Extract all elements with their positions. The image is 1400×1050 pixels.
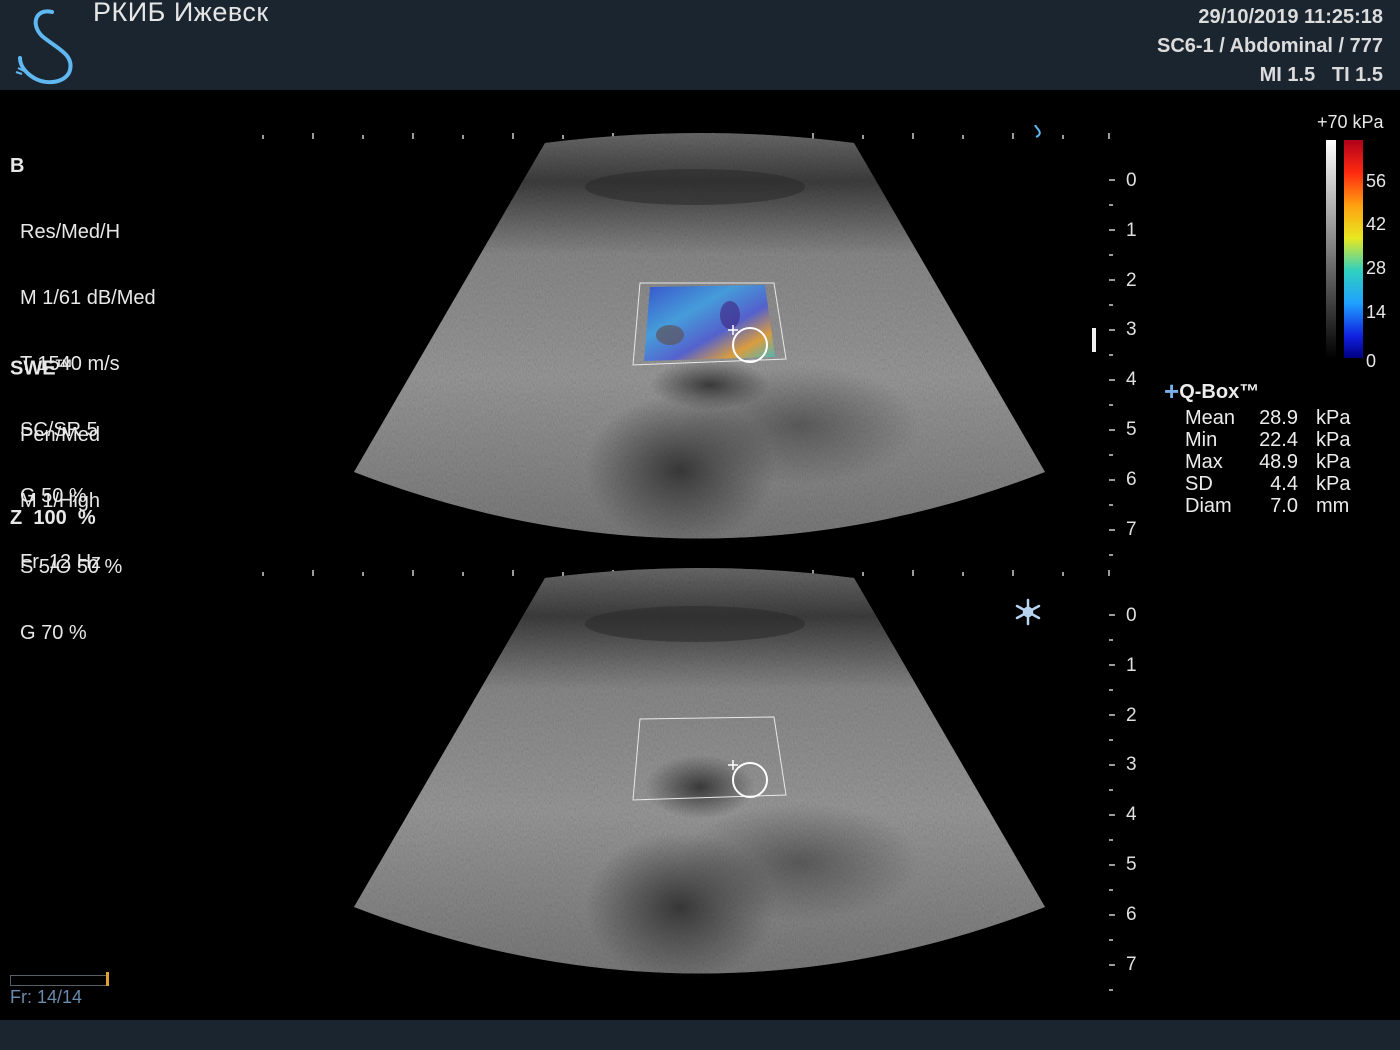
qbox-key: Mean	[1185, 407, 1236, 429]
qbox-value: 48.9	[1259, 451, 1298, 473]
swe-param: Pen/Med	[20, 423, 101, 446]
qbox-row-diam: Diam 7.0 mm	[1164, 495, 1384, 517]
b-param: Res/Med/H	[20, 221, 121, 243]
focus-marker[interactable]	[1092, 328, 1096, 352]
zoom-label: Z 100 %	[10, 507, 96, 529]
snowflake-icon	[1015, 598, 1041, 626]
depth-label: 7	[1126, 519, 1137, 540]
depth-label: 4	[1126, 369, 1137, 390]
qbox-unit: kPa	[1316, 473, 1351, 495]
depth-label: 3	[1126, 754, 1137, 775]
plus-icon: +	[1164, 376, 1180, 406]
qbox-unit: kPa	[1316, 407, 1351, 429]
cine-frame-marker[interactable]	[106, 972, 109, 986]
cine-frame-bar[interactable]	[10, 975, 108, 986]
b-param: M 1/61 dB/Med	[20, 287, 156, 309]
qbox-row-min: Min 22.4 kPa	[1164, 429, 1384, 451]
depth-label: 6	[1126, 904, 1137, 925]
qbox-key: Max	[1185, 451, 1223, 473]
qbox-row-sd: SD 4.4 kPa	[1164, 473, 1384, 495]
mi-ti-indices: MI 1.5 TI 1.5	[1259, 64, 1383, 86]
qbox-value: 28.9	[1259, 407, 1298, 429]
qbox-row-max: Max 48.9 kPa	[1164, 451, 1384, 473]
exam-datetime: 29/10/2019 11:25:18	[1198, 6, 1383, 28]
b-mode-title: B	[10, 155, 25, 177]
swe-param: S 5/O 50 %	[20, 555, 123, 578]
qbox-key: Min	[1185, 429, 1218, 451]
depth-label: 4	[1126, 804, 1137, 825]
supersonic-logo-icon	[15, 9, 73, 85]
depth-label: 2	[1126, 705, 1137, 726]
qbox-title: Q-Box™	[1179, 381, 1260, 403]
qbox-unit: kPa	[1316, 451, 1351, 473]
qbox-value: 4.4	[1270, 473, 1298, 495]
depth-label: 3	[1126, 319, 1137, 340]
swe-title: SWETM	[10, 357, 72, 380]
colorbar-tick: 14	[1366, 302, 1387, 322]
swe-param: G 70 %	[20, 621, 87, 644]
institution-name: РКИБ Ижевск	[93, 0, 269, 27]
depth-label: 2	[1126, 270, 1137, 291]
depth-label: 0	[1126, 170, 1137, 191]
colorbar-max-label: +70 kPa	[1317, 112, 1384, 132]
swe-box[interactable]	[632, 282, 787, 366]
depth-label: 1	[1126, 655, 1137, 676]
depth-label: 5	[1126, 854, 1137, 875]
depth-label: 5	[1126, 419, 1137, 440]
qbox-row-mean: Mean 28.9 kPa	[1164, 407, 1384, 429]
depth-label: 1	[1126, 220, 1137, 241]
qbox-key: SD	[1185, 473, 1213, 495]
footer-bar	[0, 1020, 1400, 1050]
probe-preset: SC6-1 / Abdominal / 777	[1157, 35, 1383, 57]
elasticity-colorbar	[1326, 140, 1363, 358]
bmode-scan-image[interactable]	[240, 562, 1120, 1007]
colorbar-tick: 0	[1366, 351, 1377, 371]
header-bar: РКИБ Ижевск 29/10/2019 11:25:18 SC6-1 / …	[0, 0, 1400, 90]
swe-scan-image[interactable]	[240, 125, 1120, 570]
sonic-logo-small-icon	[1034, 125, 1041, 138]
depth-label: 7	[1126, 954, 1137, 975]
colorbar-tick: 28	[1366, 258, 1387, 278]
qbox-key: Diam	[1185, 495, 1232, 517]
zoom-readout: Z 100 %	[10, 463, 96, 551]
depth-ticks-upper	[1109, 179, 1115, 556]
qbox-panel: +Q-Box™ Mean 28.9 kPa Min 22.4 kPa Max 4…	[1164, 376, 1384, 517]
qbox-unit: mm	[1316, 495, 1350, 517]
depth-label: 0	[1126, 605, 1137, 626]
qbox-value: 7.0	[1270, 495, 1298, 517]
colorbar-tick: 56	[1366, 171, 1387, 191]
colorbar-tick: 42	[1366, 214, 1387, 234]
qbox-value: 22.4	[1259, 429, 1298, 451]
frame-counter: Fr: 14/14	[10, 987, 83, 1007]
depth-ticks-lower	[1109, 614, 1115, 991]
qbox-header: +Q-Box™	[1164, 376, 1384, 407]
qbox-unit: kPa	[1316, 429, 1351, 451]
depth-label: 6	[1126, 469, 1137, 490]
